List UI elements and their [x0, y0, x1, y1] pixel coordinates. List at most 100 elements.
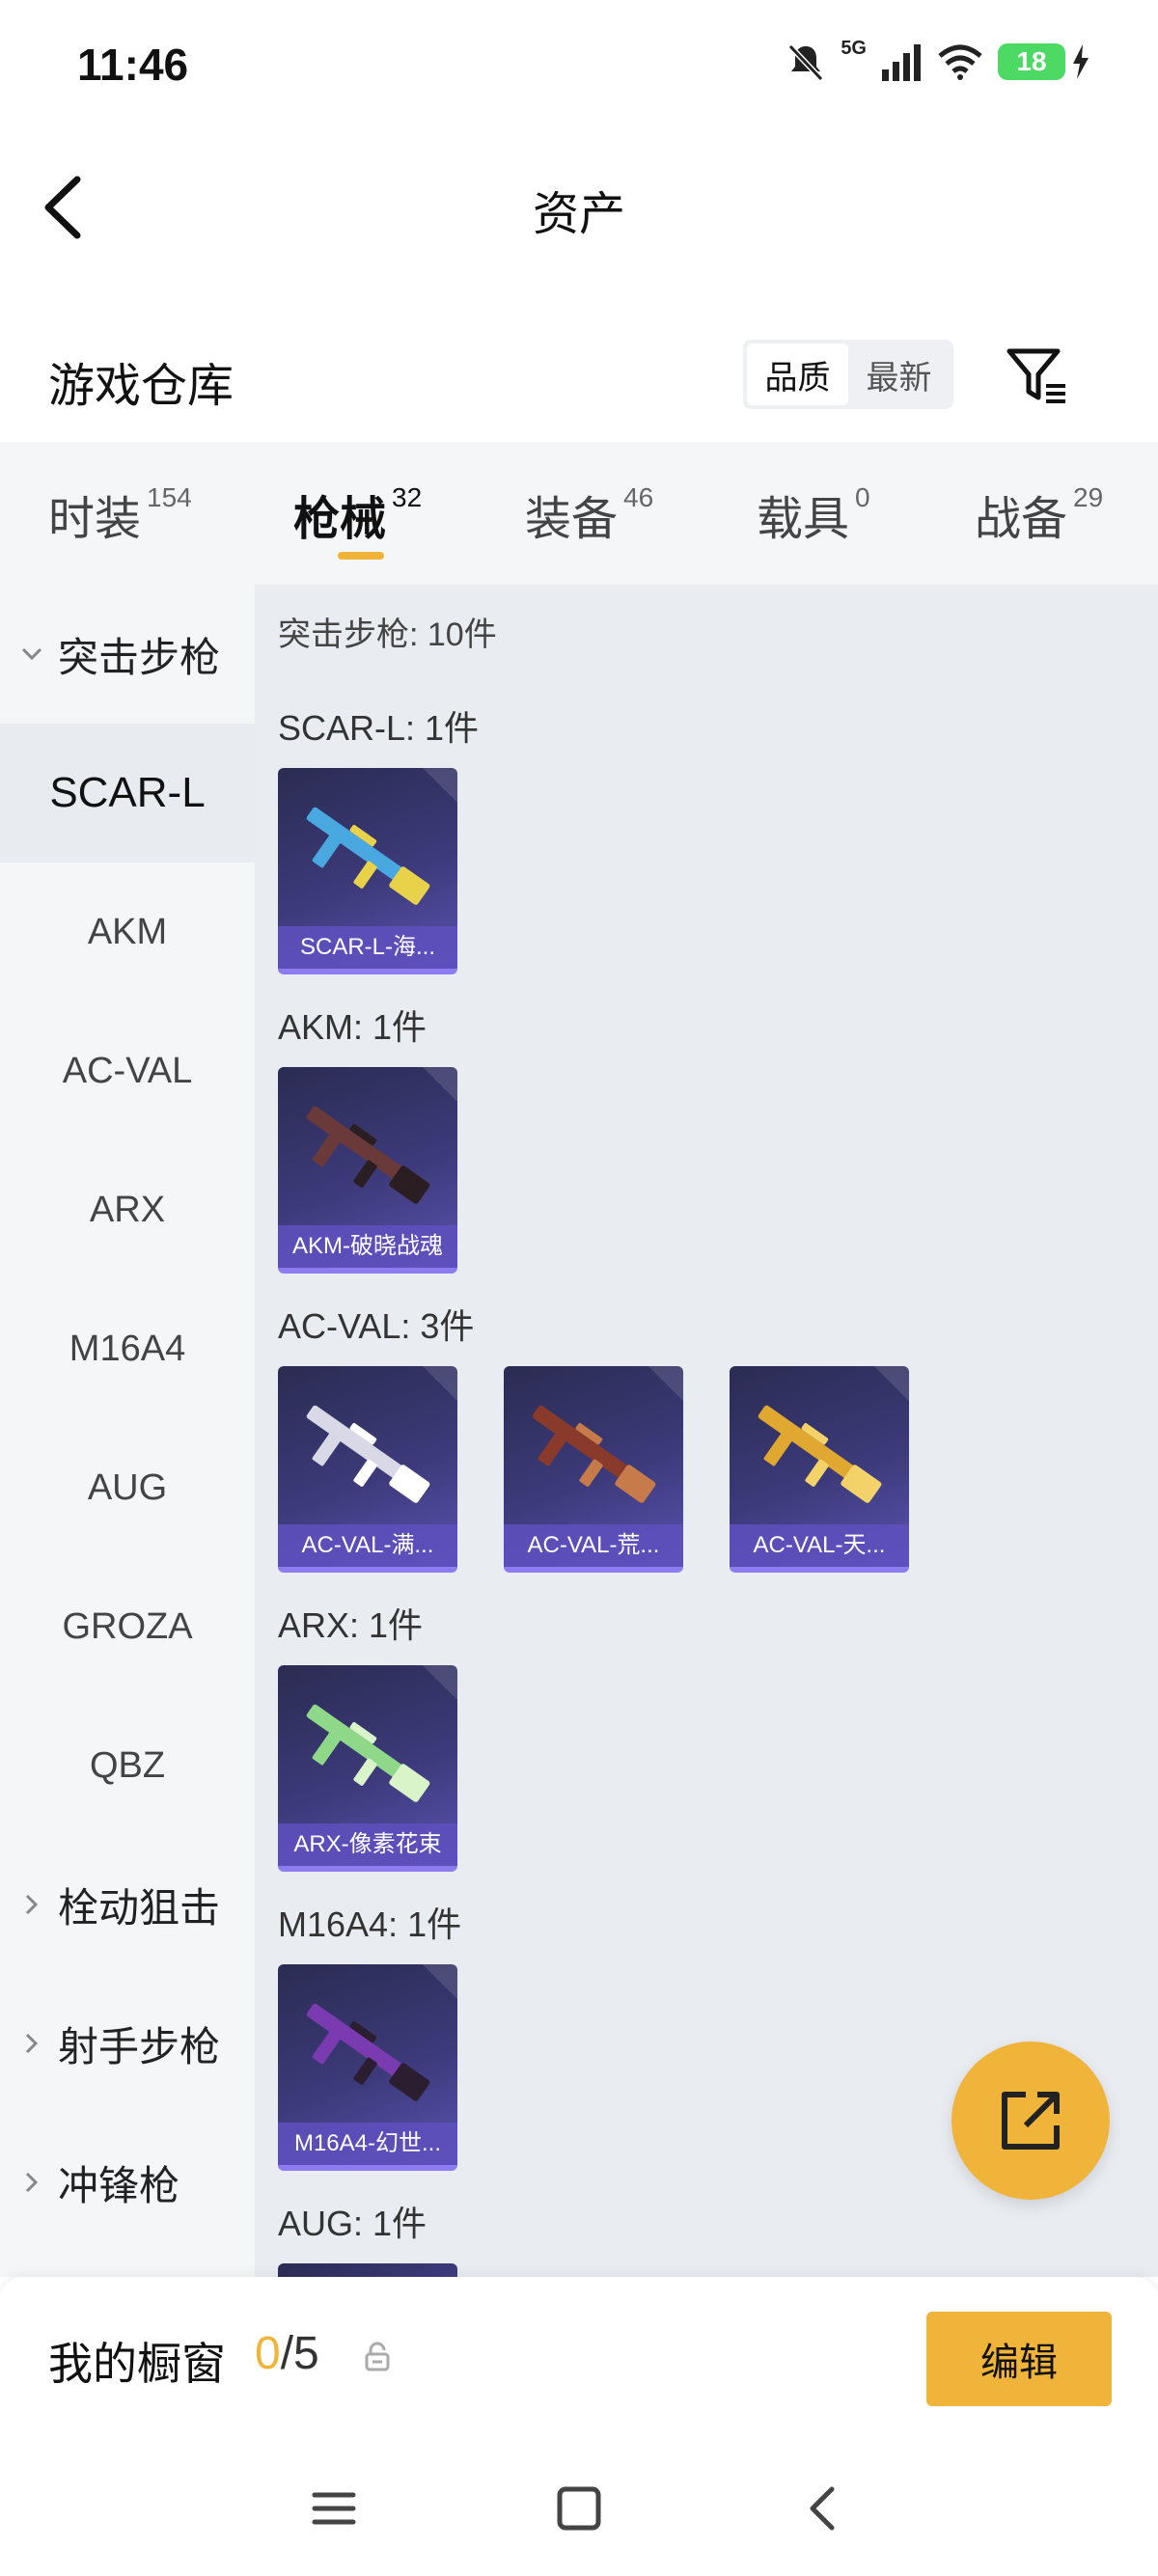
- skin-card[interactable]: M16A4-幻世...: [278, 1964, 457, 2171]
- sort-quality-button[interactable]: 品质: [747, 343, 848, 405]
- home-button[interactable]: [550, 2480, 608, 2537]
- tab-count: 32: [392, 482, 423, 512]
- recent-apps-button[interactable]: [305, 2480, 363, 2537]
- showcase-max: /5: [280, 2328, 319, 2379]
- chevron-right-icon: [19, 1974, 44, 2113]
- showcase-count: 0/5: [255, 2327, 319, 2380]
- charging-icon: [1073, 44, 1089, 79]
- sidebar-group-assault-rifle[interactable]: 突击步枪: [0, 585, 255, 724]
- battery-level: 18: [998, 43, 1065, 80]
- group-label-m16a4: M16A4: 1件: [278, 1905, 462, 1944]
- sidebar-item-m16a4[interactable]: M16A4: [0, 1279, 255, 1418]
- skin-name: AKM-破晓战魂: [278, 1225, 457, 1268]
- sidebar-item-label: ARX: [89, 1189, 166, 1230]
- tab-equipment[interactable]: 装备 46: [525, 480, 653, 548]
- category-tabs: 时装 154 枪械 32 装备 46 载具 0 战备 29: [0, 442, 1158, 585]
- warehouse-title: 游戏仓库: [48, 361, 234, 412]
- network-label: 5G: [841, 37, 867, 59]
- lock-icon: [365, 2342, 390, 2371]
- skin-card[interactable]: AC-VAL-荒...: [504, 1366, 683, 1573]
- filter-button[interactable]: [1004, 342, 1071, 409]
- page-title: 资产: [532, 189, 625, 240]
- share-button[interactable]: [951, 2042, 1110, 2200]
- skin-card[interactable]: [278, 2263, 457, 2277]
- sidebar-item-label: 突击步枪: [58, 634, 221, 680]
- status-time: 11:46: [77, 40, 189, 90]
- sidebar-item-ac-val[interactable]: AC-VAL: [0, 1001, 255, 1140]
- rifle-icon: [306, 1704, 430, 1802]
- skin-name: AC-VAL-荒...: [504, 1524, 683, 1567]
- group-label-arx: ARX: 1件: [278, 1605, 424, 1645]
- rifle-icon: [306, 1106, 430, 1204]
- group-label-ac-val: AC-VAL: 3件: [278, 1306, 475, 1346]
- edit-button[interactable]: 编辑: [926, 2312, 1112, 2406]
- showcase-label: 我的橱窗: [48, 2339, 226, 2389]
- sidebar-item-akm[interactable]: AKM: [0, 863, 255, 1001]
- skin-name: SCAR-L-海...: [278, 926, 457, 969]
- chevron-right-icon: [19, 1835, 44, 1974]
- sidebar-item-label: 栓动狙击: [58, 1884, 221, 1931]
- tab-count: 29: [1073, 482, 1104, 512]
- tab-label: 时装: [48, 494, 142, 545]
- sidebar-item-label: AUG: [87, 1466, 168, 1508]
- tab-count: 46: [623, 482, 654, 512]
- group-label-scar-l: SCAR-L: 1件: [278, 708, 480, 748]
- skin-card[interactable]: SCAR-L-海...: [278, 768, 457, 974]
- sidebar-item-aug[interactable]: AUG: [0, 1418, 255, 1557]
- skin-name: AC-VAL-满...: [278, 1524, 457, 1567]
- sidebar-item-label: AKM: [87, 911, 168, 952]
- chevron-right-icon: [19, 2113, 44, 2252]
- sidebar-item-label: GROZA: [62, 1605, 193, 1647]
- signal-icon: [882, 44, 921, 81]
- warehouse-header: 游戏仓库 品质 最新: [0, 328, 1158, 434]
- showcase-current: 0: [255, 2328, 281, 2379]
- sidebar-item-label: SCAR-L: [49, 769, 206, 816]
- sidebar-item-label: M16A4: [69, 1328, 186, 1369]
- sort-latest-button[interactable]: 最新: [848, 343, 950, 405]
- status-bar: 11:46 5G 18: [0, 0, 1158, 135]
- menu-icon: [312, 2492, 356, 2525]
- skin-name: AC-VAL-天...: [730, 1524, 909, 1567]
- sidebar-group-smg[interactable]: 冲锋枪: [0, 2113, 255, 2252]
- share-icon: [1002, 2092, 1060, 2150]
- rifle-icon: [306, 2003, 430, 2101]
- battery-indicator: 18: [998, 43, 1090, 80]
- top-nav: 资产: [0, 154, 1158, 260]
- mute-bell-icon: [788, 43, 824, 82]
- skin-card[interactable]: AC-VAL-满...: [278, 1366, 457, 1573]
- skin-card[interactable]: AKM-破晓战魂: [278, 1067, 457, 1274]
- rifle-icon: [306, 1405, 430, 1503]
- tab-count: 154: [147, 482, 192, 512]
- rifle-icon: [758, 1405, 882, 1503]
- chevron-down-icon: [19, 585, 44, 724]
- sidebar-item-groza[interactable]: GROZA: [0, 1557, 255, 1696]
- group-label-akm: AKM: 1件: [278, 1007, 427, 1047]
- tab-label: 载具: [757, 494, 850, 545]
- sidebar-item-qbz[interactable]: QBZ: [0, 1696, 255, 1835]
- tab-fashion[interactable]: 时装 154: [48, 480, 192, 548]
- wifi-icon: [938, 44, 982, 80]
- weapon-content: 突击步枪: 10件 SCAR-L: 1件 SCAR-L-海... AKM: 1件: [255, 585, 1158, 2277]
- sidebar-group-marksman-rifle[interactable]: 射手步枪: [0, 1974, 255, 2113]
- skin-card[interactable]: ARX-像素花束: [278, 1665, 457, 1872]
- sidebar-item-label: 冲锋枪: [58, 2162, 180, 2208]
- weapon-sidebar: 突击步枪 SCAR-L AKM AC-VAL ARX M16A4 AUG GRO…: [0, 585, 255, 2277]
- square-icon: [557, 2486, 601, 2531]
- skin-card[interactable]: AC-VAL-天...: [730, 1366, 909, 1573]
- sidebar-group-bolt-action-sniper[interactable]: 栓动狙击: [0, 1835, 255, 1974]
- system-back-button[interactable]: [795, 2480, 853, 2537]
- sidebar-item-scar-l[interactable]: SCAR-L: [0, 724, 255, 863]
- tab-firearms[interactable]: 枪械 32: [293, 480, 422, 548]
- tab-vehicles[interactable]: 载具 0: [757, 480, 870, 548]
- sidebar-item-arx[interactable]: ARX: [0, 1140, 255, 1279]
- back-arrow-icon: [810, 2486, 835, 2531]
- tab-combat-supplies[interactable]: 战备 29: [975, 480, 1103, 548]
- status-icons: 5G 18: [785, 37, 1090, 83]
- category-count-header: 突击步枪: 10件: [278, 617, 497, 653]
- skin-name: ARX-像素花束: [278, 1823, 457, 1866]
- rifle-icon: [306, 807, 430, 905]
- sidebar-item-label: AC-VAL: [62, 1050, 193, 1091]
- tab-count: 0: [855, 482, 870, 512]
- showcase-bar: 我的橱窗 0/5 编辑: [0, 2277, 1158, 2441]
- sidebar-item-label: QBZ: [89, 1744, 166, 1786]
